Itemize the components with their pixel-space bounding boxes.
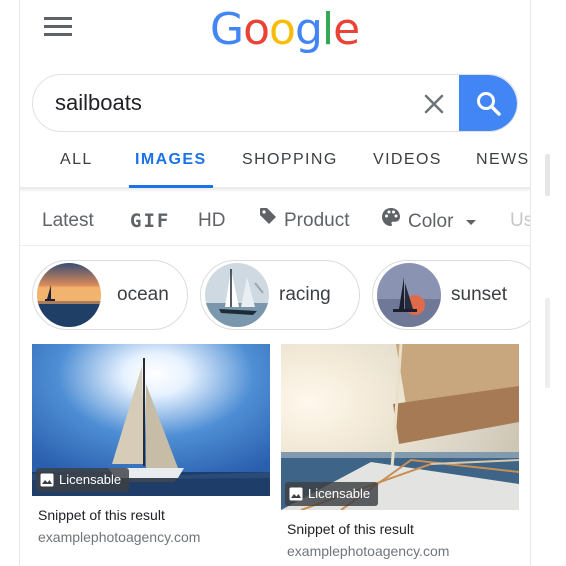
chip-ocean[interactable]: ocean bbox=[32, 260, 188, 330]
filter-latest[interactable]: Latest bbox=[42, 206, 94, 236]
chip-label: sunset bbox=[451, 284, 507, 305]
image-result-card[interactable]: Licensable Snippet of this result exampl… bbox=[32, 344, 270, 545]
licensable-badge: Licensable bbox=[285, 482, 379, 506]
scrollbar-bottom[interactable] bbox=[545, 298, 550, 388]
search-box bbox=[32, 74, 518, 132]
filter-product[interactable]: Product bbox=[258, 206, 349, 236]
result-snippet: Snippet of this result bbox=[38, 507, 165, 523]
tab-all[interactable]: ALL bbox=[60, 140, 93, 188]
result-domain[interactable]: examplephotoagency.com bbox=[281, 543, 519, 559]
racing-thumbnail bbox=[205, 263, 269, 327]
related-chips: ocean racing sunset bbox=[20, 254, 530, 336]
result-snippet: Snippet of this result bbox=[287, 521, 414, 537]
result-image: Licensable bbox=[32, 344, 270, 496]
close-icon[interactable] bbox=[421, 91, 447, 117]
ocean-thumbnail bbox=[37, 263, 101, 327]
chip-sunset[interactable]: sunset bbox=[372, 260, 530, 330]
licensable-badge: Licensable bbox=[36, 468, 130, 492]
tabs-divider bbox=[20, 188, 530, 192]
filter-color-label: Color bbox=[408, 211, 454, 233]
caret-down-icon bbox=[465, 207, 477, 237]
tab-images[interactable]: IMAGES bbox=[129, 140, 213, 188]
chip-label: ocean bbox=[117, 284, 169, 305]
filter-bar: Latest GIF HD Product Color Us bbox=[20, 196, 530, 246]
filter-hd[interactable]: HD bbox=[198, 206, 225, 236]
sunset-thumbnail bbox=[377, 263, 441, 327]
filter-color[interactable]: Color bbox=[380, 206, 477, 236]
search-button[interactable] bbox=[459, 75, 517, 131]
tab-shopping[interactable]: SHOPPING bbox=[242, 140, 338, 188]
search-tabs: ALL IMAGES SHOPPING VIDEOS NEWS bbox=[20, 140, 530, 188]
image-result-card[interactable]: Licensable Snippet of this result exampl… bbox=[281, 344, 519, 559]
search-icon bbox=[477, 92, 501, 116]
hamburger-menu-icon[interactable] bbox=[44, 14, 76, 38]
left-frame-edge bbox=[0, 0, 20, 566]
licensable-label: Licensable bbox=[59, 472, 122, 487]
logo-letter: l bbox=[321, 4, 334, 55]
tab-videos[interactable]: VIDEOS bbox=[373, 140, 442, 188]
tag-icon bbox=[258, 206, 278, 236]
licensable-label: Licensable bbox=[308, 486, 371, 501]
filter-usage-rights[interactable]: Us bbox=[510, 206, 530, 236]
google-logo[interactable]: Google bbox=[210, 4, 360, 56]
scrollbar-top[interactable] bbox=[545, 154, 550, 196]
logo-letter: g bbox=[294, 4, 323, 55]
result-image: Licensable bbox=[281, 344, 519, 510]
right-frame-edge bbox=[530, 0, 566, 566]
palette-icon bbox=[380, 206, 402, 238]
search-input[interactable] bbox=[55, 75, 415, 131]
image-icon bbox=[289, 487, 303, 501]
result-domain[interactable]: examplephotoagency.com bbox=[32, 529, 270, 545]
filter-product-label: Product bbox=[284, 210, 350, 232]
chip-label: racing bbox=[279, 284, 331, 305]
logo-letter: G bbox=[210, 4, 244, 55]
logo-letter: o bbox=[243, 4, 270, 55]
image-icon bbox=[40, 473, 54, 487]
logo-letter: e bbox=[333, 4, 360, 55]
chip-racing[interactable]: racing bbox=[200, 260, 360, 330]
logo-letter: o bbox=[269, 4, 296, 55]
tab-news[interactable]: NEWS bbox=[476, 140, 530, 188]
filter-gif[interactable]: GIF bbox=[130, 206, 170, 236]
